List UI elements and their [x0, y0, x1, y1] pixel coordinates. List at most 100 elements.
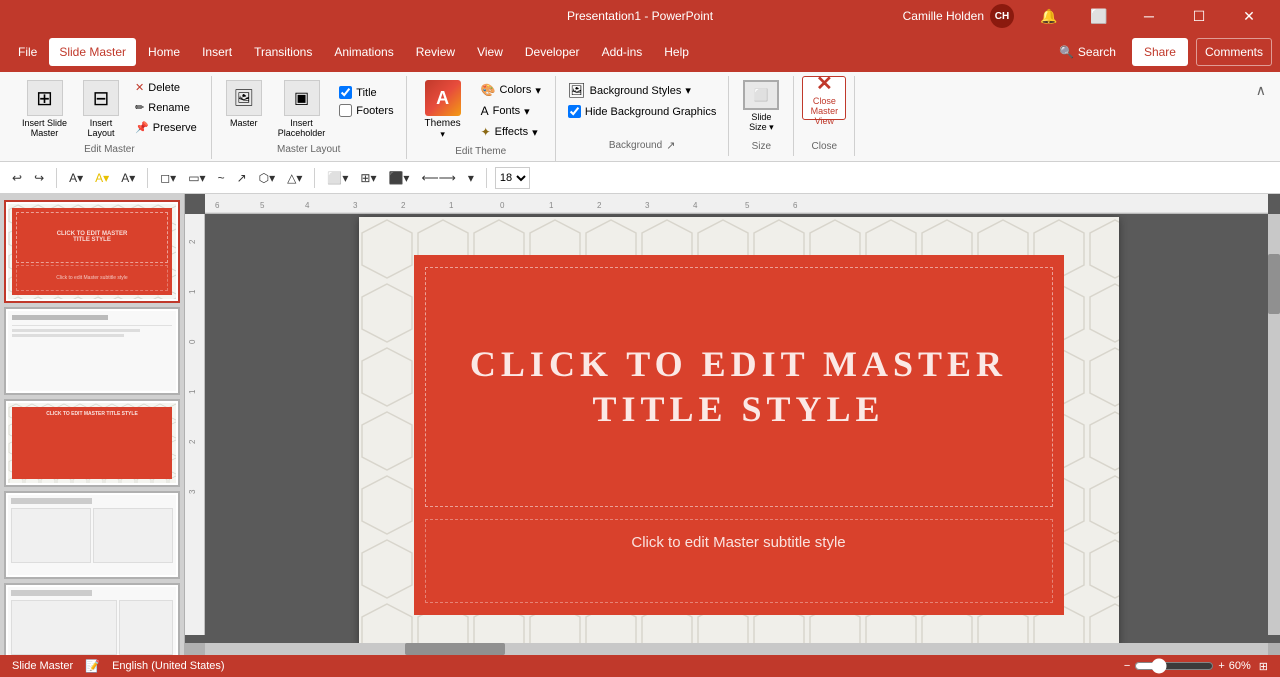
insert-slide-master-button[interactable]: ⊞ Insert SlideMaster — [16, 76, 73, 142]
title-checkbox[interactable] — [339, 86, 352, 99]
effects-button[interactable]: ✦ Effects ▾ — [475, 122, 547, 142]
ruler-corner — [185, 643, 205, 655]
zoom-in-icon[interactable]: + — [1218, 660, 1224, 672]
hide-bg-checkbox[interactable] — [568, 105, 581, 118]
insert-placeholder-label: InsertPlaceholder — [278, 118, 326, 138]
close-master-view-button[interactable]: ✕ CloseMaster View — [802, 76, 846, 120]
toolbar-hex[interactable]: ⬡▾ — [255, 169, 280, 187]
fonts-button[interactable]: A Fonts ▾ — [475, 101, 547, 121]
insert-placeholder-button[interactable]: ▣ InsertPlaceholder — [272, 76, 332, 142]
title-checkbox-row[interactable]: Title — [335, 84, 397, 101]
toolbar-format[interactable]: A▾ — [117, 169, 139, 187]
slide-thumbnail-4[interactable] — [4, 491, 180, 579]
colors-label: Colors — [500, 84, 532, 96]
notification-icon[interactable]: 🔔 — [1026, 0, 1072, 32]
size-label: Size — [737, 139, 785, 156]
menu-bar: File Slide Master Home Insert Transition… — [0, 32, 1280, 72]
themes-button[interactable]: A Themes ▾ — [415, 76, 471, 144]
zoom-percent: 60% — [1229, 660, 1251, 672]
menu-insert[interactable]: Insert — [192, 38, 242, 66]
svg-text:2: 2 — [597, 201, 602, 210]
toolbar-more[interactable]: ▾ — [464, 169, 478, 187]
colors-button[interactable]: 🎨 Colors ▾ — [475, 80, 547, 100]
svg-text:3: 3 — [645, 201, 650, 210]
menu-help[interactable]: Help — [654, 38, 699, 66]
toolbar-shape1[interactable]: ◻▾ — [156, 169, 180, 187]
menu-review[interactable]: Review — [406, 38, 465, 66]
footers-checkbox[interactable] — [339, 104, 352, 117]
toolbar-highlight[interactable]: A▾ — [91, 169, 113, 187]
menu-file[interactable]: File — [8, 38, 47, 66]
ribbon-collapse-section: ∧ — [1250, 76, 1272, 101]
close-master-section: ✕ CloseMaster View — [802, 76, 846, 120]
menu-transitions[interactable]: Transitions — [244, 38, 322, 66]
toolbar-img[interactable]: ⬜▾ — [323, 169, 352, 187]
hide-bg-graphics-row[interactable]: Hide Background Graphics — [564, 103, 720, 120]
slide-size-button[interactable]: ⬜ SlideSize ▾ — [737, 76, 785, 137]
insert-layout-button[interactable]: ⊟ InsertLayout — [77, 76, 125, 142]
share-button[interactable]: Share — [1132, 38, 1188, 66]
menu-developer[interactable]: Developer — [515, 38, 590, 66]
bg-styles-icon: 🖼 — [568, 82, 586, 99]
toolbar-line[interactable]: ~ — [214, 169, 229, 187]
toolbar-shape2[interactable]: ▭▾ — [184, 169, 209, 187]
master-button[interactable]: 🖼 Master — [220, 76, 268, 132]
notes-icon[interactable]: 📝 — [85, 659, 100, 673]
slide-thumbnail-5[interactable] — [4, 583, 180, 655]
maximize-button[interactable]: ☐ — [1176, 0, 1222, 32]
thumb1-inner: CLICK TO EDIT MASTERTITLE STYLE Click to… — [8, 204, 176, 299]
search-button[interactable]: 🔍 Search — [1051, 41, 1124, 63]
edit-theme-label: Edit Theme — [415, 144, 547, 161]
svg-text:1: 1 — [188, 289, 197, 294]
horizontal-scrollbar[interactable] — [205, 643, 1268, 655]
slide-subtitle-placeholder[interactable]: Click to edit Master subtitle style — [425, 519, 1053, 603]
slide-thumbnail-2[interactable] — [4, 307, 180, 395]
toolbar-sep3 — [314, 168, 315, 188]
close-group: ✕ CloseMaster View Close — [794, 76, 855, 156]
preserve-button[interactable]: 📌 Preserve — [129, 118, 203, 137]
background-expand-icon[interactable]: ↗ — [666, 139, 675, 152]
restore-icon[interactable]: ⬜ — [1076, 0, 1122, 32]
effects-icon: ✦ — [481, 125, 491, 139]
background-styles-button[interactable]: 🖼 Background Styles ▾ — [564, 80, 720, 101]
slide-thumbnail-3[interactable]: CLICK TO EDIT MASTER TITLE STYLE — [4, 399, 180, 487]
comments-button[interactable]: Comments — [1196, 38, 1272, 66]
rename-button[interactable]: ✏ Rename — [129, 98, 203, 117]
zoom-out-icon[interactable]: − — [1124, 660, 1130, 672]
fit-page-icon[interactable]: ⊞ — [1259, 660, 1268, 673]
zoom-slider[interactable] — [1134, 658, 1214, 674]
close-button[interactable]: ✕ — [1226, 0, 1272, 32]
menu-slide-master[interactable]: Slide Master — [49, 38, 136, 66]
toolbar-align[interactable]: ⟵⟶ — [417, 169, 459, 187]
menu-home[interactable]: Home — [138, 38, 190, 66]
zoom-control[interactable]: − + 60% — [1124, 658, 1251, 674]
user-name: Camille Holden — [903, 9, 984, 23]
vertical-scrollbar-thumb[interactable] — [1268, 254, 1280, 314]
delete-button[interactable]: ✕ Delete — [129, 78, 203, 97]
slide-thumbnail-1[interactable]: CLICK TO EDIT MASTERTITLE STYLE Click to… — [4, 200, 180, 303]
toolbar-arrange[interactable]: ↗ — [233, 169, 251, 187]
footers-checkbox-row[interactable]: Footers — [335, 102, 397, 119]
edit-master-group: ⊞ Insert SlideMaster ⊟ InsertLayout ✕ De… — [8, 76, 212, 159]
slide-title-placeholder[interactable]: CLICK TO EDIT MASTER TITLE STYLE — [425, 267, 1053, 507]
minimize-button[interactable]: ─ — [1126, 0, 1172, 32]
ribbon-collapse-button[interactable]: ∧ — [1250, 80, 1272, 101]
horizontal-scrollbar-thumb[interactable] — [405, 643, 505, 655]
font-size-select[interactable]: 18 24 28 32 — [495, 167, 530, 189]
vertical-scrollbar[interactable] — [1268, 214, 1280, 635]
thumb1-subtitle: Click to edit Master subtitle style — [16, 265, 168, 291]
background-label: Background ↗ — [564, 137, 720, 156]
toolbar-font-color[interactable]: A▾ — [65, 169, 87, 187]
menu-animations[interactable]: Animations — [324, 38, 403, 66]
theme-options-col: 🎨 Colors ▾ A Fonts ▾ ✦ Effects ▾ — [475, 76, 547, 142]
toolbar-grid[interactable]: ⊞▾ — [356, 169, 380, 187]
menu-view[interactable]: View — [467, 38, 513, 66]
insert-slide-master-label: Insert SlideMaster — [22, 118, 67, 138]
toolbar-triangle[interactable]: △▾ — [283, 169, 306, 187]
toolbar-redo[interactable]: ↪ — [30, 169, 48, 187]
insert-slide-master-icon: ⊞ — [27, 80, 63, 116]
slide[interactable]: CLICK TO EDIT MASTER TITLE STYLE Click t… — [359, 217, 1119, 645]
toolbar-block[interactable]: ⬛▾ — [384, 169, 413, 187]
toolbar-undo[interactable]: ↩ — [8, 169, 26, 187]
menu-addins[interactable]: Add-ins — [592, 38, 653, 66]
